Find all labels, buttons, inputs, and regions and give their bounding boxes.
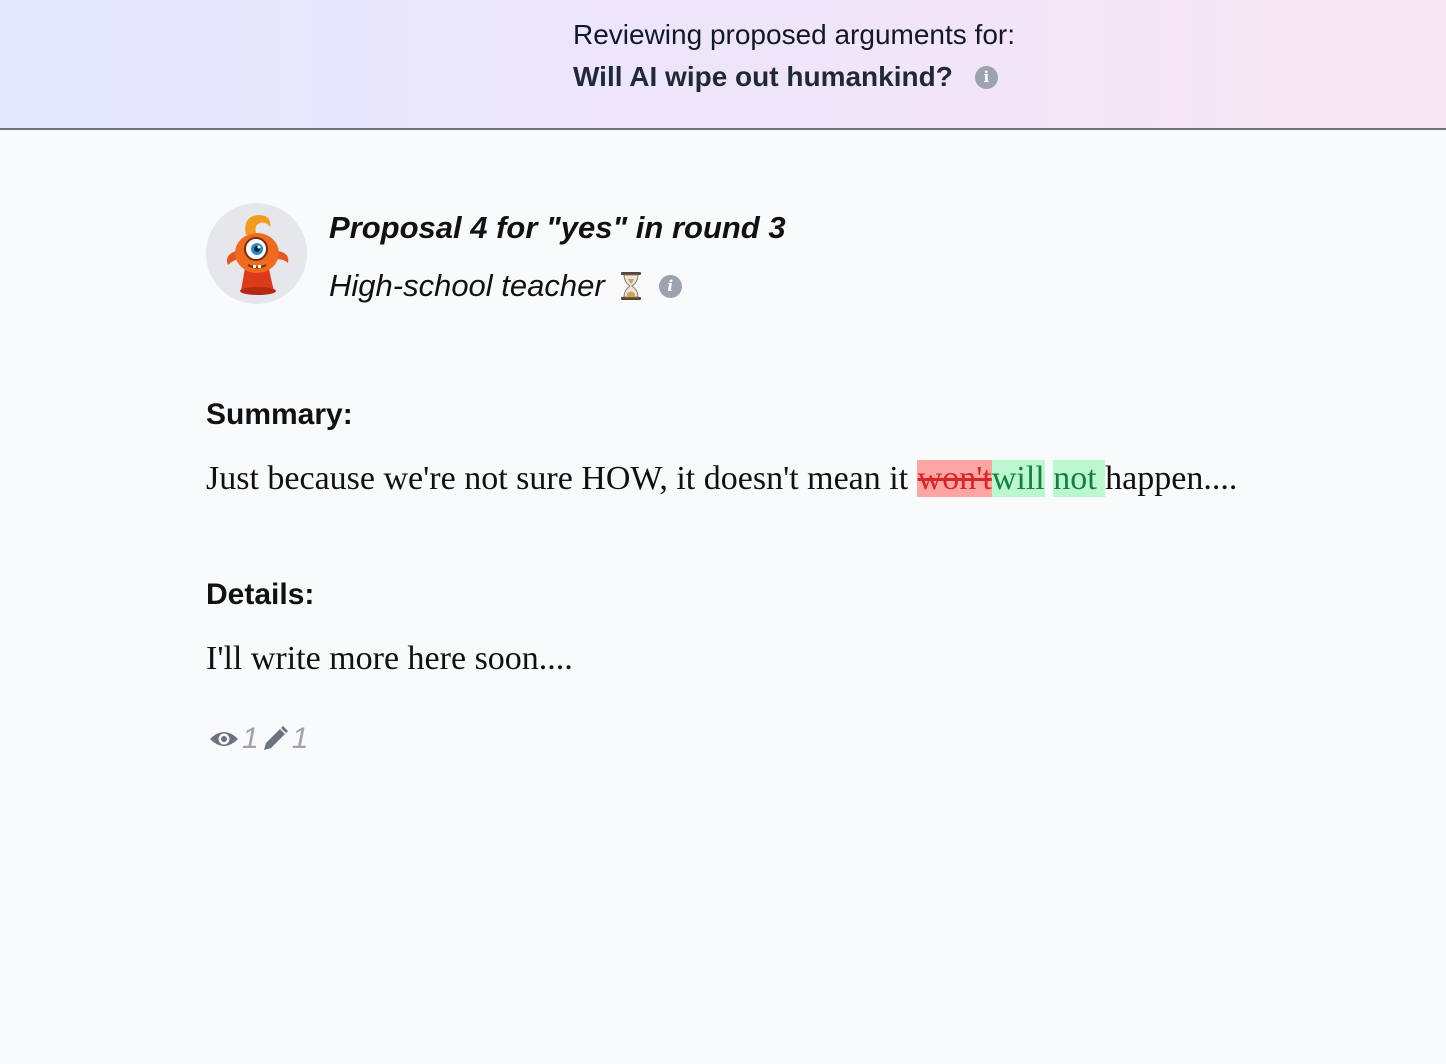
header-subtitle: Reviewing proposed arguments for: — [573, 19, 1016, 50]
question-title: Will AI wipe out humankind? i — [573, 61, 998, 93]
question-text: Will AI wipe out humankind? — [573, 61, 953, 92]
edits-count: 1 — [291, 722, 309, 755]
persona-info-icon[interactable]: i — [658, 274, 682, 298]
cyclops-mascot-icon — [227, 215, 289, 295]
summary-space — [1045, 460, 1054, 497]
summary-text: Just because we're not sure HOW, it does… — [206, 460, 1237, 498]
summary-text-after: happen.... — [1105, 460, 1238, 497]
proposal-title: Proposal 4 for "yes" in round 3 — [329, 210, 786, 245]
summary-text-before: Just because we're not sure HOW, it does… — [206, 460, 917, 497]
summary-label: Summary: — [206, 398, 353, 431]
details-label: Details: — [206, 578, 315, 611]
avatar — [206, 203, 307, 304]
details-text: I'll write more here soon.... — [206, 640, 573, 677]
persona-line: High-school teacher i — [329, 268, 682, 304]
inserted-text: will — [991, 460, 1045, 497]
inserted-text-2: not — [1053, 460, 1106, 497]
hourglass-icon — [620, 272, 641, 300]
eye-icon — [210, 732, 238, 746]
views-count: 1 — [242, 722, 259, 755]
page-header: Reviewing proposed arguments for: Will A… — [0, 0, 1446, 130]
info-icon[interactable]: i — [974, 65, 998, 89]
deleted-text: won't — [916, 460, 992, 497]
persona-name: High-school teacher — [329, 268, 605, 303]
pencil-icon — [263, 726, 288, 750]
stats-bar: 1 1 — [209, 722, 308, 756]
